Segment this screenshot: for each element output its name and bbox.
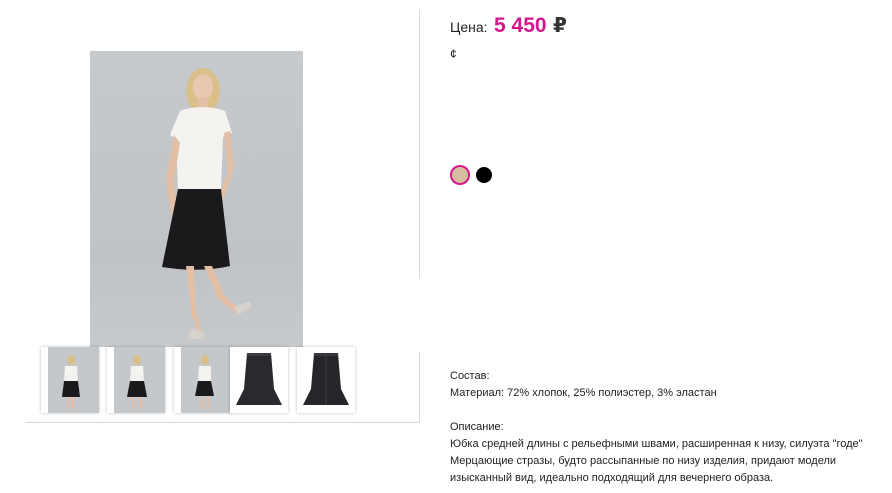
swatch-beige[interactable] — [452, 167, 468, 183]
thumbnail-model-pose[interactable] — [107, 347, 165, 413]
thumbnail-image — [174, 347, 232, 413]
main-product-image[interactable] — [90, 51, 303, 347]
product-specs: Состав: Материал: 72% хлопок, 25% полиэс… — [450, 368, 880, 487]
swatch-black[interactable] — [476, 167, 492, 183]
gallery-divider-horizontal — [26, 422, 420, 423]
ruble-icon: ₽ — [553, 15, 567, 37]
thumbnail-image — [297, 347, 355, 413]
composition-heading: Состав: — [450, 370, 490, 382]
description-line: Юбка средней длины с рельефными швами, р… — [450, 438, 863, 450]
thumbnail-model-front[interactable] — [41, 347, 99, 413]
composition-material: Материал: 72% хлопок, 25% полиэстер, 3% … — [450, 387, 717, 399]
description-line: Мерцающие стразы, будто рассыпанные по н… — [450, 455, 837, 467]
thumbnail-image — [230, 347, 288, 413]
thumbs-divider-vertical — [419, 352, 420, 422]
description-heading: Описание: — [450, 421, 504, 433]
thumbnail-image — [41, 347, 99, 413]
thumbnail-skirt-back[interactable] — [297, 347, 355, 413]
thumbnail-skirt-front[interactable] — [230, 347, 288, 413]
price-label: Цена: — [450, 19, 488, 35]
price-row: Цена: 5 450 ₽ — [450, 13, 567, 38]
model-figure — [162, 68, 252, 339]
description-line: изысканный вид, идеально подходящий для … — [450, 472, 774, 484]
gallery-divider-vertical — [419, 10, 420, 278]
price-value: 5 450 — [494, 14, 547, 37]
thumbnail-model-side[interactable] — [174, 347, 232, 413]
small-glyph: ¢ — [450, 47, 457, 61]
thumbnail-image — [107, 347, 165, 413]
